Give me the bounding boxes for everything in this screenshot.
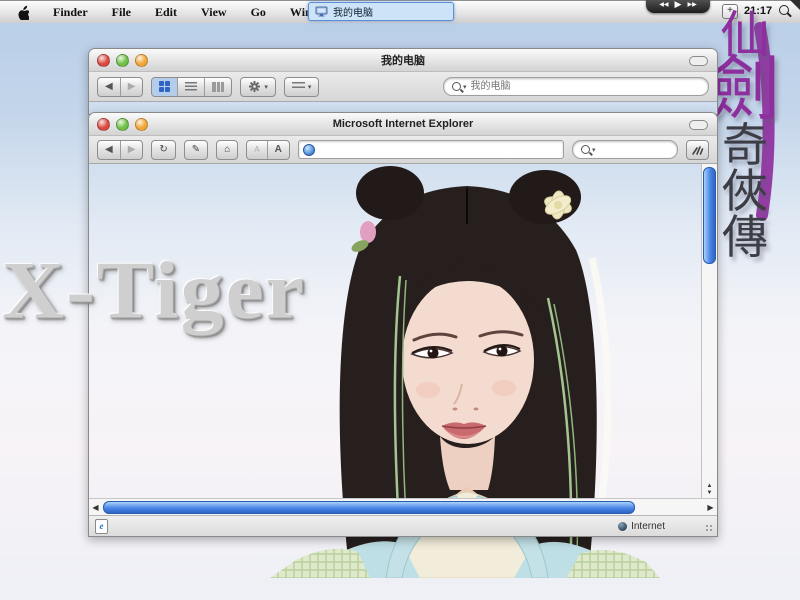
nav-buttons: ◀ ▶ [97, 77, 143, 97]
globe-icon [303, 144, 315, 156]
vertical-scrollbar[interactable]: ▲ ▼ [701, 164, 717, 498]
menu-view[interactable]: View [201, 5, 227, 20]
apple-icon [16, 5, 29, 20]
grid-view-icon [159, 81, 170, 92]
view-switcher [151, 77, 232, 97]
edit-button[interactable]: ✎ [184, 140, 208, 160]
resize-grip[interactable] [705, 524, 714, 533]
search-icon [452, 82, 461, 91]
menu-edit[interactable]: Edit [155, 5, 177, 20]
history-menu-button[interactable]: ▾ [284, 77, 320, 97]
menu-file[interactable]: File [112, 5, 131, 20]
calligraphy-char: 傳 [722, 214, 768, 260]
action-gear-button[interactable]: ▾ [240, 77, 276, 97]
chevron-down-icon: ▾ [463, 83, 467, 91]
task-button-label: 我的电脑 [333, 4, 373, 19]
finder-search-field[interactable]: ▾ [443, 77, 709, 96]
calligraphy-char: 奇 [722, 122, 768, 168]
calligraphy-char: 俠 [722, 168, 768, 214]
nav-buttons: ◀ ▶ [97, 140, 143, 160]
internet-zone-icon [618, 522, 627, 531]
larger-text-button[interactable]: A [267, 141, 289, 159]
zone-label: Internet [631, 521, 665, 532]
list-view-button[interactable] [177, 78, 204, 96]
ie-status-bar: e Internet [89, 515, 717, 536]
window-title: 我的电脑 [89, 52, 717, 68]
finder-window: 我的电脑 ◀ ▶ ▾ ▾ ▾ [88, 48, 718, 115]
fast-forward-button[interactable]: ▶▶ [687, 1, 696, 8]
ie-search-field[interactable]: ▾ [572, 140, 678, 159]
address-bar[interactable] [298, 140, 564, 159]
taskbar: Finder File Edit View Go Window Help 我的电… [0, 0, 800, 23]
horizontal-scrollbar[interactable]: ◀ ▶ [89, 498, 717, 515]
menu-go[interactable]: Go [251, 5, 266, 20]
address-input[interactable] [319, 143, 559, 156]
ie-content: ▲ ▼ [89, 164, 717, 498]
ie-toolbar: ◀ ▶ ↻ ✎ ⌂ A A ▾ [89, 136, 717, 164]
finder-toolbar: ◀ ▶ ▾ ▾ ▾ [89, 72, 717, 102]
gear-icon [248, 80, 261, 93]
list-view-icon [185, 82, 197, 91]
play-button[interactable]: ▶ [675, 0, 682, 10]
apple-menu[interactable] [16, 5, 29, 20]
ie-page-view[interactable] [89, 164, 701, 498]
font-size-buttons: A A [246, 140, 290, 160]
column-view-button[interactable] [204, 78, 231, 96]
refresh-button[interactable]: ↻ [151, 140, 175, 160]
column-view-icon [212, 82, 224, 92]
icon-view-button[interactable] [152, 78, 177, 96]
toolbar-toggle-button[interactable] [689, 120, 708, 130]
report-bug-button[interactable] [686, 140, 709, 160]
search-input[interactable] [598, 143, 669, 156]
computer-icon [315, 6, 328, 17]
security-zone: Internet [618, 521, 665, 532]
finder-titlebar[interactable]: 我的电脑 [89, 49, 717, 72]
scroll-right-icon[interactable]: ▶ [704, 503, 717, 512]
scroll-up-icon[interactable]: ▲ [702, 483, 717, 490]
forward-button[interactable]: ▶ [120, 141, 143, 159]
calligraphy-char: 劍 [710, 54, 780, 124]
ie-window: Microsoft Internet Explorer ◀ ▶ ↻ ✎ ⌂ A … [88, 112, 718, 537]
search-icon [581, 145, 590, 154]
forward-button[interactable]: ▶ [120, 78, 143, 96]
home-button[interactable]: ⌂ [216, 140, 238, 160]
vertical-scroll-arrows[interactable]: ▲ ▼ [702, 483, 717, 497]
back-button[interactable]: ◀ [98, 141, 120, 159]
search-input[interactable] [469, 80, 700, 93]
chevron-down-icon: ▾ [592, 146, 596, 154]
back-button[interactable]: ◀ [98, 78, 120, 96]
brush-icon [691, 144, 704, 156]
scroll-down-icon[interactable]: ▼ [702, 490, 717, 497]
vertical-scroll-thumb[interactable] [703, 167, 716, 264]
pencil-icon: ✎ [192, 144, 200, 155]
toolbar-toggle-button[interactable] [689, 56, 708, 66]
menu-finder[interactable]: Finder [53, 5, 88, 20]
scroll-left-icon[interactable]: ◀ [89, 503, 102, 512]
home-icon: ⌂ [224, 144, 230, 155]
window-title: Microsoft Internet Explorer [89, 118, 717, 130]
ie-titlebar[interactable]: Microsoft Internet Explorer [89, 113, 717, 136]
edge-widget-corner [788, 0, 800, 10]
smaller-text-button[interactable]: A [247, 141, 266, 159]
rewind-button[interactable]: ◀◀ [659, 1, 668, 8]
chevron-down-icon: ▾ [308, 83, 312, 91]
refresh-icon: ↻ [159, 144, 167, 155]
taskbar-window-button[interactable]: 我的电脑 [308, 2, 454, 21]
ie-document-icon: e [95, 519, 108, 534]
menu-lines-icon [292, 82, 305, 91]
horizontal-scroll-track[interactable] [102, 499, 704, 515]
horizontal-scroll-thumb[interactable] [103, 501, 635, 514]
chevron-down-icon: ▾ [264, 83, 268, 91]
